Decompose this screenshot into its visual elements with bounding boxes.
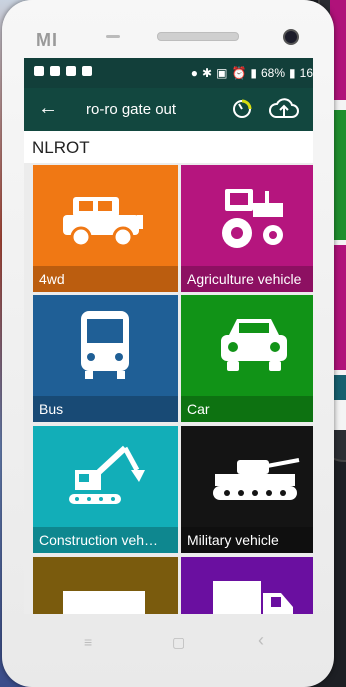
tile-construction-vehicle[interactable]: Construction veh… — [33, 426, 178, 553]
car-icon — [221, 319, 287, 371]
earpiece-speaker — [157, 32, 239, 41]
trailer-icon — [63, 591, 145, 614]
tile-military-vehicle[interactable]: Military vehicle — [181, 426, 313, 553]
menu-button[interactable]: ≡ — [84, 634, 92, 650]
bus-icon — [81, 311, 129, 379]
android-nav-bar: ≡ ▢ ‹ — [24, 614, 313, 674]
tile-label: Agriculture vehicle — [181, 266, 313, 292]
home-button[interactable]: ▢ — [172, 634, 185, 651]
tile-label: 4wd — [33, 266, 178, 292]
tile-label: Bus — [33, 396, 178, 422]
tile-label: Car — [181, 396, 313, 422]
vehicle-type-grid: 4wd Agriculture vehicle Bus Car Construc… — [24, 163, 313, 614]
back-button[interactable]: ‹ — [258, 630, 264, 651]
image-icon — [66, 66, 76, 76]
app-bar: ← ro-ro gate out — [24, 88, 313, 131]
sensor — [106, 35, 120, 38]
alarm-icon: ⏰ — [231, 66, 247, 80]
tile-label: Military vehicle — [181, 527, 313, 553]
page-title: ro-ro gate out — [86, 101, 177, 118]
tile-truck[interactable] — [181, 557, 313, 614]
nfc-icon: ▣ — [216, 66, 228, 80]
battery-icon: ▮ — [289, 66, 296, 80]
activity-icon — [82, 66, 92, 76]
location-code-header: NLROT — [24, 131, 313, 164]
signal-icon: ▮ — [250, 66, 257, 80]
cloud-upload-icon[interactable] — [268, 96, 300, 122]
tile-4wd[interactable]: 4wd — [33, 165, 178, 292]
arrow-left-icon[interactable]: ← — [38, 97, 58, 120]
tile-car[interactable]: Car — [181, 295, 313, 422]
truck-icon — [213, 581, 293, 614]
bluetooth-icon: ✱ — [202, 66, 213, 80]
tank-icon — [213, 458, 300, 500]
battery-percent: 68% — [261, 66, 286, 80]
app-screen: ● ✱ ▣ ⏰ ▮ 68% ▮ 16 ← ro-ro gate out NLRO… — [24, 58, 313, 614]
tractor-icon — [222, 189, 283, 248]
location-icon: ● — [190, 66, 199, 80]
tile-bus[interactable]: Bus — [33, 295, 178, 422]
suv-icon — [63, 197, 143, 248]
tile-label: Construction veh… — [33, 527, 178, 553]
status-bar: ● ✱ ▣ ⏰ ▮ 68% ▮ 16 — [24, 58, 313, 88]
tile-trailer[interactable] — [33, 557, 178, 614]
brand-logo: MI — [36, 30, 58, 50]
tile-agriculture-vehicle[interactable]: Agriculture vehicle — [181, 165, 313, 292]
clock: 16 — [299, 66, 313, 80]
front-camera — [283, 29, 299, 45]
gauge-icon[interactable] — [230, 96, 256, 122]
excavator-icon — [69, 445, 145, 504]
dropbox-icon — [34, 66, 44, 76]
location-code: NLROT — [32, 138, 90, 157]
notification-icon — [50, 66, 60, 76]
